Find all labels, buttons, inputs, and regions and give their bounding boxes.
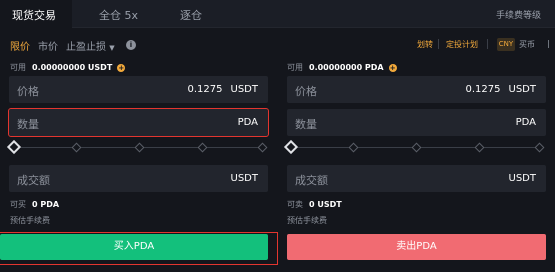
slider-tick-25[interactable] [71, 142, 82, 153]
buy-available: 可用 0.00000000 USDT + [10, 62, 126, 73]
slider-tick-75[interactable] [474, 142, 485, 153]
sell-max-value: 0 USDT [309, 200, 342, 209]
sell-price-value: 0.1275 [465, 84, 501, 95]
buy-percentage-slider[interactable] [6, 139, 270, 155]
slider-tick-75[interactable] [197, 142, 208, 153]
buy-amount-label: 数量 [17, 118, 39, 131]
chevron-down-icon: ▼ [109, 44, 115, 52]
buy-price-label: 价格 [17, 85, 39, 98]
divider [487, 39, 488, 49]
sell-price-input[interactable]: 价格 0.1275 USDT [287, 76, 546, 103]
menu-icon[interactable]: | [547, 39, 550, 48]
sell-available-value: 0.00000000 PDA [309, 63, 384, 72]
sell-button[interactable]: 卖出PDA [287, 234, 546, 260]
recurring-plan-link[interactable]: 定投计划 [446, 39, 478, 50]
slider-tick-100[interactable] [257, 142, 268, 153]
buy-amount-input[interactable]: 数量 PDA [8, 108, 269, 137]
sell-total-input[interactable]: 成交额 USDT [287, 165, 546, 192]
buy-price-unit: USDT [230, 84, 258, 95]
sell-available-label: 可用 [287, 63, 303, 72]
slider-handle[interactable] [283, 139, 299, 155]
buy-price-input[interactable]: 价格 0.1275 USDT [9, 76, 268, 103]
order-type-stop-label: 止盈止损 [66, 42, 106, 53]
buy-crypto-link[interactable]: 买币 [519, 39, 535, 50]
info-icon[interactable]: i [126, 40, 136, 50]
slider-tick-25[interactable] [348, 142, 359, 153]
buy-fee-estimate: 预估手续费 [10, 216, 50, 225]
trade-mode-tabs: 现货交易 全仓 5x 逐仓 手续费等级 [0, 0, 555, 28]
sell-amount-unit: PDA [515, 117, 536, 128]
deposit-plus-icon[interactable]: + [117, 64, 126, 72]
buy-price-value: 0.1275 [187, 84, 223, 95]
deposit-plus-icon[interactable]: + [388, 64, 397, 72]
buy-total-label: 成交额 [17, 174, 50, 187]
order-type-limit[interactable]: 限价 [10, 38, 30, 53]
sell-total-unit: USDT [508, 173, 536, 184]
slider-tick-100[interactable] [534, 142, 545, 153]
buy-max: 可买 0 PDA [10, 199, 59, 210]
sell-max: 可卖 0 USDT [287, 199, 342, 210]
tab-cross-margin[interactable]: 全仓 5x [99, 7, 138, 23]
divider [438, 39, 439, 49]
buy-amount-unit: PDA [237, 117, 258, 128]
sell-available: 可用 0.00000000 PDA + [287, 62, 397, 73]
slider-tick-50[interactable] [411, 142, 422, 153]
buy-max-label: 可买 [10, 200, 26, 209]
buy-total-unit: USDT [230, 173, 258, 184]
tab-isolated-margin[interactable]: 逐仓 [180, 7, 202, 23]
order-type-market[interactable]: 市价 [38, 38, 58, 53]
buy-max-value: 0 PDA [32, 200, 60, 209]
buy-available-label: 可用 [10, 63, 26, 72]
sell-percentage-slider[interactable] [283, 139, 547, 155]
slider-tick-50[interactable] [134, 142, 145, 153]
sell-max-label: 可卖 [287, 200, 303, 209]
sell-price-unit: USDT [508, 84, 536, 95]
order-type-stop[interactable]: 止盈止损 ▼ [66, 38, 115, 53]
sell-amount-label: 数量 [295, 118, 317, 131]
buy-total-input[interactable]: 成交额 USDT [9, 165, 268, 192]
sell-total-label: 成交额 [295, 174, 328, 187]
sell-amount-input[interactable]: 数量 PDA [287, 109, 546, 136]
currency-badge[interactable]: CNY [497, 38, 515, 51]
transfer-link[interactable]: 划转 [417, 39, 433, 50]
buy-button[interactable]: 买入PDA [0, 234, 268, 260]
sell-fee-estimate: 预估手续费 [287, 216, 327, 225]
fee-schedule-link[interactable]: 手续费等级 [496, 8, 541, 21]
buy-available-value: 0.00000000 USDT [32, 63, 113, 72]
sell-price-label: 价格 [295, 85, 317, 98]
slider-handle[interactable] [6, 139, 22, 155]
tab-spot[interactable]: 现货交易 [12, 7, 56, 23]
